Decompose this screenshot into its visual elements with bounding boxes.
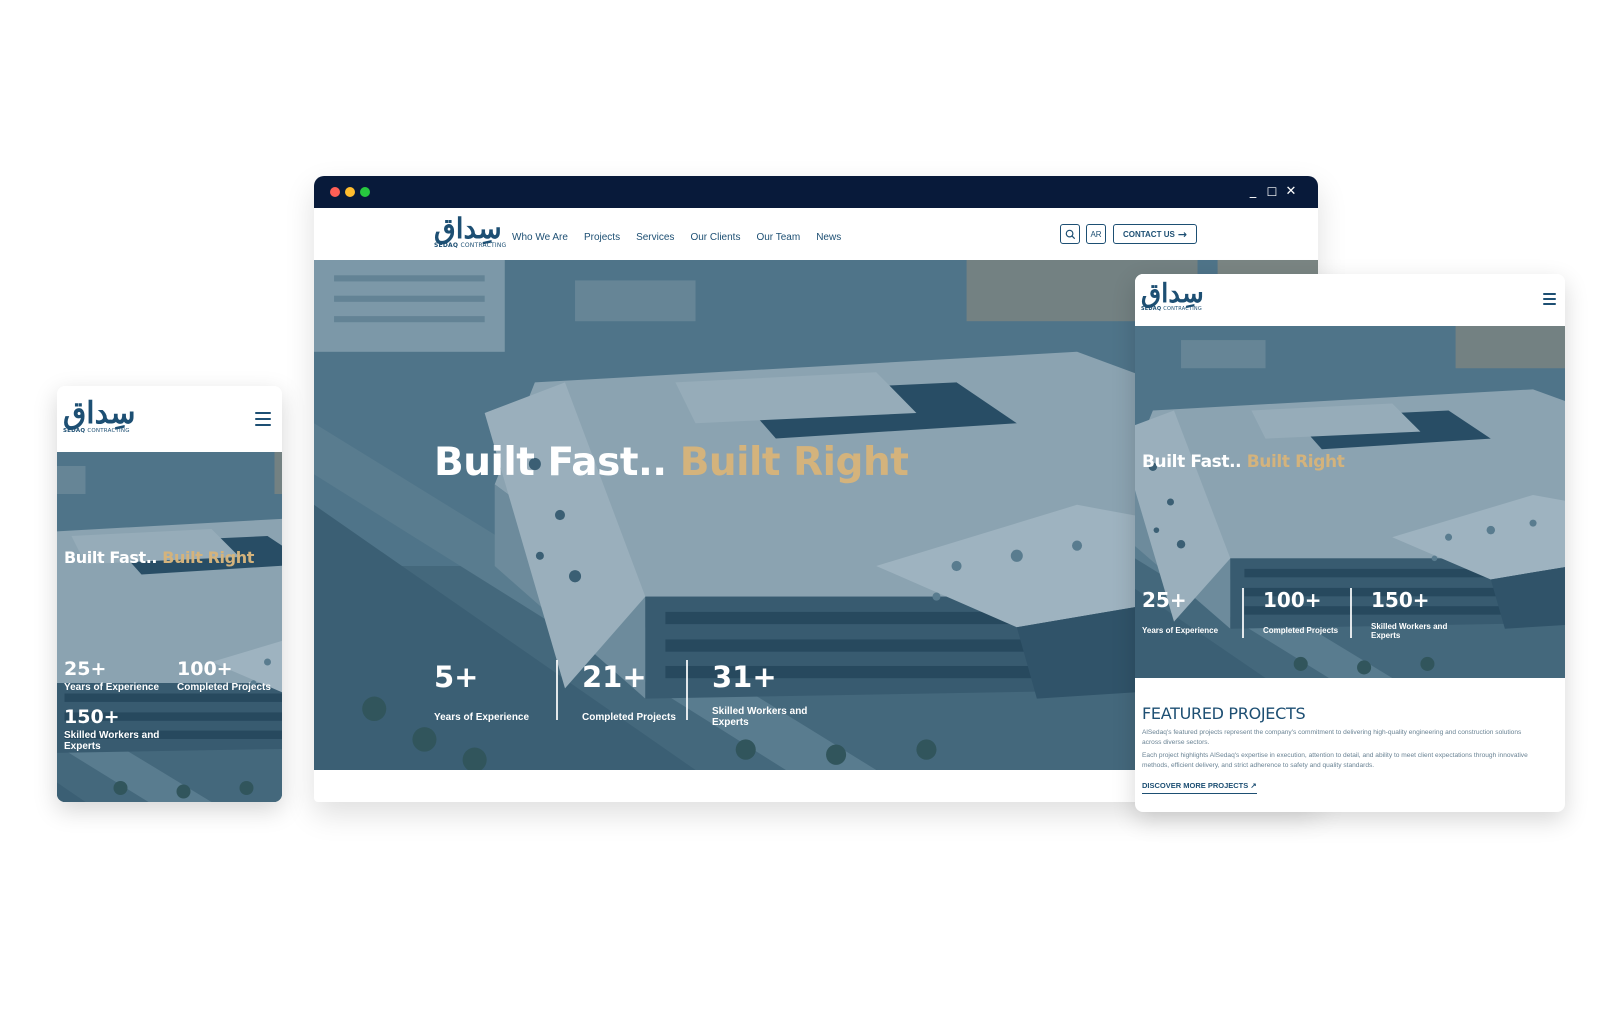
hamburger-icon[interactable] xyxy=(255,412,271,426)
stat-divider xyxy=(1242,588,1244,638)
close-icon[interactable]: ✕ xyxy=(1282,183,1300,201)
stat-years: 5+ Years of Experience xyxy=(434,660,529,723)
search-icon xyxy=(1065,229,1075,239)
hero-title-part1: Built Fast.. xyxy=(434,440,667,485)
hero-title: Built Fast.. Built Right xyxy=(64,548,254,567)
stat-value: 5+ xyxy=(434,660,479,694)
stat-label: Skilled Workers and Experts xyxy=(64,730,160,752)
stat-projects: 100+ Completed Projects xyxy=(1263,588,1338,635)
language-button[interactable]: AR xyxy=(1086,224,1106,244)
search-button[interactable] xyxy=(1060,224,1080,244)
tablet-navbar: سِداق SEDAQ CONTRACTING xyxy=(1135,274,1565,326)
stat-label: Years of Experience xyxy=(1142,626,1219,635)
logo-sub: SEDAQ CONTRACTING xyxy=(1141,306,1202,312)
stat-years: 25+ Years of Experience xyxy=(64,658,159,693)
stat-label: Completed Projects xyxy=(177,682,271,693)
hero-title-part1: Built Fast.. xyxy=(64,548,158,567)
stat-divider xyxy=(686,660,688,720)
sedaq-logo[interactable]: سِداق SEDAQ CONTRACTING xyxy=(1141,280,1204,312)
close-dot[interactable] xyxy=(330,187,340,197)
stat-workers: 150+ Skilled Workers and Experts xyxy=(64,706,174,752)
minimize-icon[interactable]: _ xyxy=(1244,183,1262,201)
browser-title-bar: _ ☐ ✕ xyxy=(314,176,1318,208)
stat-divider xyxy=(556,660,558,720)
maximize-dot[interactable] xyxy=(360,187,370,197)
logo-mark: سِداق xyxy=(63,396,136,431)
featured-paragraph: AlSedaq's featured projects represent th… xyxy=(1142,729,1522,746)
stat-years: 25+ Years of Experience xyxy=(1142,588,1218,635)
desktop-navbar: سِداق SEDAQ CONTRACTING Who We Are Proje… xyxy=(314,208,1318,260)
nav-our-clients[interactable]: Our Clients xyxy=(690,232,740,243)
hero-title-part2: Built Right xyxy=(162,548,254,567)
stat-label: Years of Experience xyxy=(434,712,530,723)
stat-value: 25+ xyxy=(64,658,107,680)
arrow-right-icon: → xyxy=(1177,227,1188,241)
logo-sub: SEDAQ CONTRACTING xyxy=(434,242,507,249)
tablet-mockup: سِداق SEDAQ CONTRACTING Built Fast.. Bui… xyxy=(1135,274,1565,812)
stat-label: Skilled Workers and Experts xyxy=(1371,622,1448,640)
nav-our-team[interactable]: Our Team xyxy=(756,232,800,243)
nav-who-we-are[interactable]: Who We Are xyxy=(512,232,568,243)
stat-value: 25+ xyxy=(1142,588,1187,612)
logo-mark: سِداق xyxy=(1141,279,1204,309)
contact-us-button[interactable]: CONTACT US → xyxy=(1113,224,1197,244)
stat-value: 31+ xyxy=(712,660,777,694)
stat-workers: 31+ Skilled Workers and Experts xyxy=(712,660,812,728)
main-menu: Who We Are Projects Services Our Clients… xyxy=(512,232,841,243)
nav-news[interactable]: News xyxy=(816,232,841,243)
stat-label: Completed Projects xyxy=(1263,626,1339,635)
phone-mockup: سِداق SEDAQ CONTRACTING Built Fast.. Bui… xyxy=(57,386,282,802)
phone-hero: Built Fast.. Built Right 25+ Years of Ex… xyxy=(57,452,282,802)
stat-projects: 21+ Completed Projects xyxy=(582,660,676,723)
stat-value: 100+ xyxy=(1263,588,1322,612)
stat-label: Skilled Workers and Experts xyxy=(712,706,808,728)
maximize-icon[interactable]: ☐ xyxy=(1263,183,1281,201)
stat-label: Years of Experience xyxy=(64,682,160,693)
featured-paragraph: Each project highlights AlSedaq's expert… xyxy=(1142,752,1528,769)
phone-navbar: سِداق SEDAQ CONTRACTING xyxy=(57,386,282,452)
hero-title-part2: Built Right xyxy=(1246,452,1345,472)
hero-title-part2: Built Right xyxy=(679,440,909,485)
minimize-dot[interactable] xyxy=(345,187,355,197)
hero-title-part1: Built Fast.. xyxy=(1142,452,1242,472)
stat-divider xyxy=(1350,588,1352,638)
stat-value: 21+ xyxy=(582,660,647,694)
hamburger-icon[interactable] xyxy=(1543,293,1556,305)
stat-value: 150+ xyxy=(64,706,120,728)
stat-label: Completed Projects xyxy=(582,712,676,723)
stat-value: 150+ xyxy=(1371,588,1430,612)
sedaq-logo[interactable]: سِداق SEDAQ CONTRACTING xyxy=(434,212,507,250)
contact-us-label: CONTACT US xyxy=(1122,229,1175,239)
featured-heading: FEATURED PROJECTS xyxy=(1142,704,1306,723)
nav-services[interactable]: Services xyxy=(636,232,674,243)
hero-title: Built Fast.. Built Right xyxy=(1142,452,1345,472)
hero-title: Built Fast.. Built Right xyxy=(434,440,909,485)
stat-value: 100+ xyxy=(177,658,233,680)
stat-projects: 100+ Completed Projects xyxy=(177,658,271,693)
discover-more-link[interactable]: DISCOVER MORE PROJECTS ↗ xyxy=(1142,781,1257,794)
logo-mark: سِداق xyxy=(434,212,502,245)
logo-sub: SEDAQ CONTRACTING xyxy=(63,428,130,434)
tablet-hero: Built Fast.. Built Right 25+ Years of Ex… xyxy=(1135,326,1565,678)
nav-projects[interactable]: Projects xyxy=(584,232,620,243)
featured-projects-section: FEATURED PROJECTS AlSedaq's featured pro… xyxy=(1142,704,1542,794)
language-label: AR xyxy=(1090,229,1102,239)
sedaq-logo[interactable]: سِداق SEDAQ CONTRACTING xyxy=(63,396,136,435)
stat-workers: 150+ Skilled Workers and Experts xyxy=(1371,588,1451,640)
